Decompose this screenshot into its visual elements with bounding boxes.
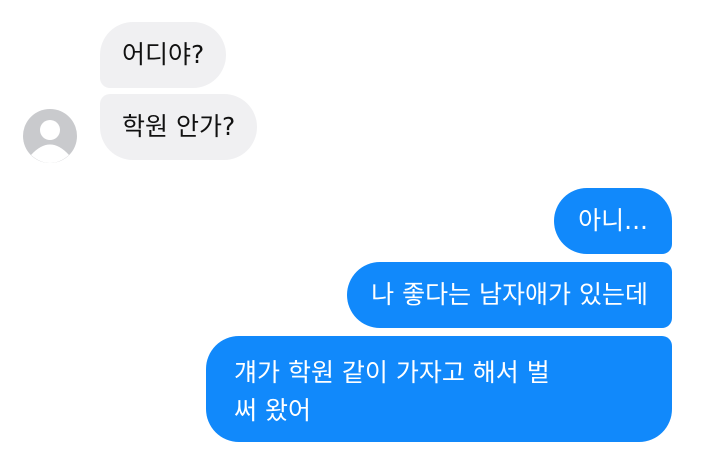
default-profile-avatar-icon[interactable]	[22, 108, 78, 164]
outgoing-message-bubble[interactable]: 아니...	[554, 188, 672, 254]
message-text-line: 써 왔어	[234, 396, 311, 425]
outgoing-message-bubble[interactable]: 나 좋다는 남자애가 있는데	[347, 262, 672, 328]
incoming-message-bubble[interactable]: 어디야?	[100, 22, 227, 88]
message-text: 아니...	[578, 206, 648, 235]
message-text: 어디야?	[122, 40, 205, 69]
outgoing-message-bubble[interactable]: 걔가 학원 같이 가자고 해서 벌 써 왔어	[206, 336, 672, 442]
message-text-line: 걔가 학원 같이 가자고 해서 벌	[234, 358, 550, 387]
incoming-message-bubble[interactable]: 학원 안가?	[100, 94, 258, 160]
avatar-svg	[23, 109, 77, 163]
message-text: 학원 안가?	[122, 112, 236, 141]
message-text: 나 좋다는 남자애가 있는데	[371, 280, 648, 309]
